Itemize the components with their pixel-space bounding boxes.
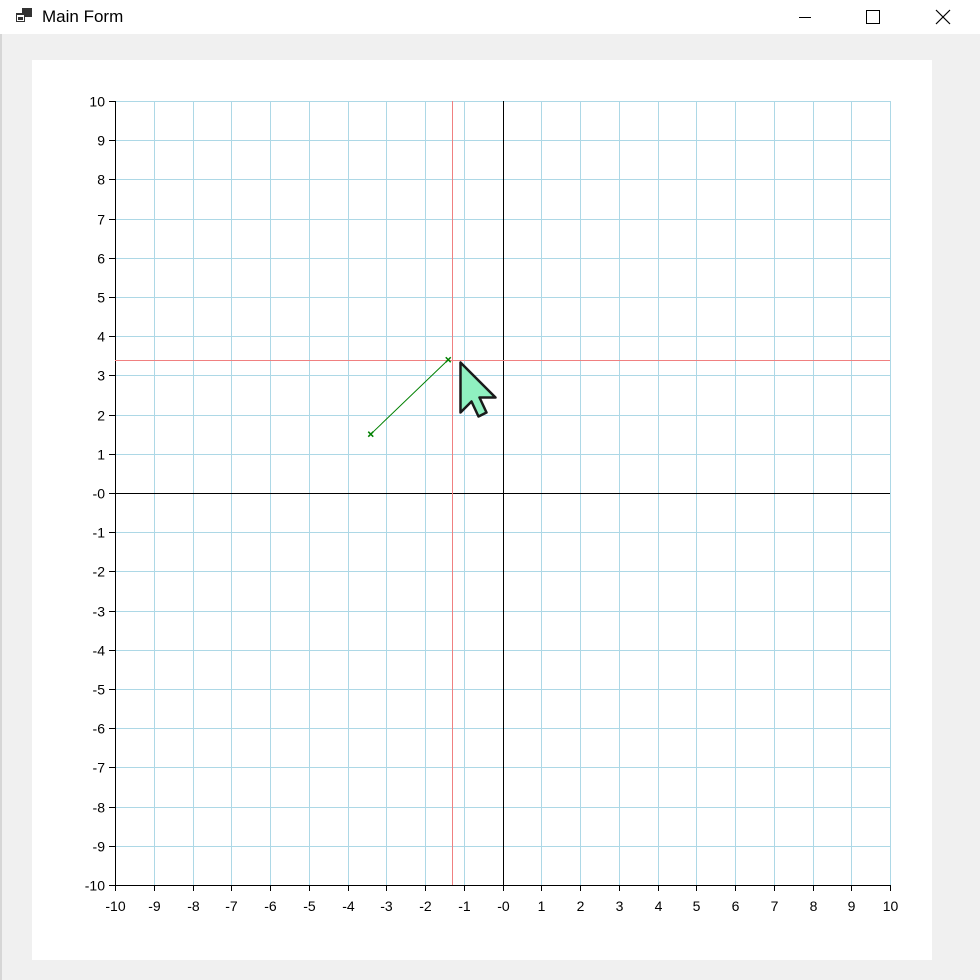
y-tick-label: -8 <box>93 800 106 816</box>
y-tick-label: -7 <box>93 760 106 776</box>
x-tick-label: 10 <box>883 898 899 914</box>
y-tick-label: -2 <box>93 564 106 580</box>
y-tick-label: -5 <box>93 682 106 698</box>
y-tick-label: 4 <box>97 329 105 345</box>
y-tick-label: -6 <box>93 721 106 737</box>
maximize-icon <box>866 10 880 24</box>
tick-labels: -10 -9 -8 -7 -6 -5 -4 -3 -2 -1 -0 1 2 3 4 5 6 7 8 9 10 -10 -9 -… <box>85 94 899 915</box>
y-tick-label: 10 <box>89 94 105 110</box>
y-tick-label: -4 <box>93 643 106 659</box>
x-tick-label: 4 <box>655 898 663 914</box>
y-tick-label: -3 <box>93 604 106 620</box>
x-tick-label: -5 <box>303 898 316 914</box>
cursor-arrow-shape <box>459 361 497 418</box>
y-tick-label: -0 <box>93 486 106 502</box>
window-title: Main Form <box>42 7 124 26</box>
x-tick-label: -8 <box>187 898 200 914</box>
x-tick-label: 5 <box>693 898 701 914</box>
segment-endpoint-marker <box>445 356 452 363</box>
x-tick-label: 3 <box>616 898 624 914</box>
x-tick-label: -3 <box>380 898 393 914</box>
close-button[interactable] <box>908 0 978 34</box>
y-tick-label: -1 <box>93 525 106 541</box>
x-tick-label: 2 <box>577 898 585 914</box>
x-tick-label: 9 <box>848 898 856 914</box>
mouse-pointer-icon <box>459 361 497 418</box>
y-tick-label: 8 <box>97 172 105 188</box>
y-tick-label: 3 <box>97 368 105 384</box>
x-tick-label: -0 <box>497 898 510 914</box>
y-tick-label: -10 <box>85 878 105 894</box>
x-tick-label: -7 <box>225 898 238 914</box>
segment-line <box>370 359 449 435</box>
app-form-icon <box>15 7 33 23</box>
x-tick-label: -9 <box>148 898 161 914</box>
y-tick-label: 7 <box>97 212 105 228</box>
drawn-segment <box>367 356 452 438</box>
minimize-button[interactable] <box>770 0 840 34</box>
x-tick-label: -4 <box>342 898 355 914</box>
y-tick-label: -9 <box>93 839 106 855</box>
x-tick-label: -2 <box>419 898 432 914</box>
y-tick-label: 6 <box>97 251 105 267</box>
y-tick-label: 9 <box>97 133 105 149</box>
close-icon <box>935 9 951 25</box>
coordinate-plot[interactable]: -10 -9 -8 -7 -6 -5 -4 -3 -2 -1 -0 1 2 3 4 5 6 7 8 9 10 -10 -9 -… <box>32 60 932 960</box>
drawing-canvas[interactable]: -10 -9 -8 -7 -6 -5 -4 -3 -2 -1 -0 1 2 3 4 5 6 7 8 9 10 -10 -9 -… <box>32 60 932 960</box>
segment-endpoint-marker <box>367 431 374 438</box>
minimize-icon <box>799 17 811 18</box>
x-tick-label: 6 <box>732 898 740 914</box>
y-tick-label: 2 <box>97 408 105 424</box>
x-tick-label: -1 <box>458 898 471 914</box>
y-tick-label: 5 <box>97 290 105 306</box>
x-tick-label: 1 <box>538 898 546 914</box>
x-tick-label: -10 <box>105 898 125 914</box>
x-tick-label: 8 <box>810 898 818 914</box>
window-left-edge <box>0 34 2 980</box>
maximize-button[interactable] <box>838 0 908 34</box>
title-bar[interactable]: Main Form <box>0 0 980 34</box>
y-tick-label: 1 <box>97 447 105 463</box>
x-tick-label: -6 <box>264 898 277 914</box>
x-tick-label: 7 <box>771 898 779 914</box>
